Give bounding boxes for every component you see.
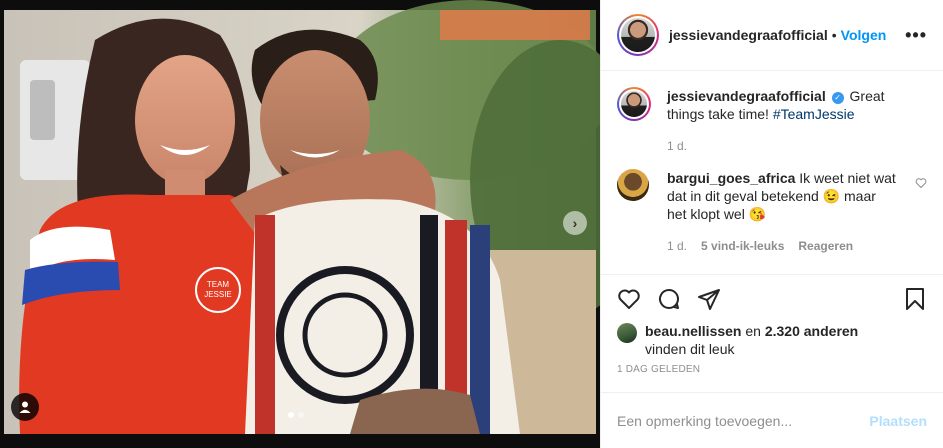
likes-text: beau.nellissen en 2.320 anderen vinden d… [645,322,858,358]
more-options-icon[interactable]: ••• [905,25,927,46]
caption-body: jessievandegraafofficial ✓ Great things … [667,87,897,155]
comment-age[interactable]: 1 d. [667,237,687,255]
post-timestamp[interactable]: 1 DAG GELEDEN [601,362,943,392]
verified-badge-icon: ✓ [831,92,844,104]
liker-username[interactable]: beau.nellissen [645,323,741,339]
comment-item: bargui_goes_africa Ik weet niet wat dat … [617,169,927,255]
follow-button[interactable]: Volgen [841,27,887,43]
photo-scene: TEAM JESSIE [0,0,600,448]
comment-icon[interactable] [657,287,681,311]
user-tag-icon [19,401,31,413]
action-bar [601,274,943,322]
caption: jessievandegraafofficial ✓ Great things … [617,87,927,155]
comments-list: jessievandegraafofficial ✓ Great things … [601,71,943,274]
share-icon[interactable] [697,287,721,311]
instagram-post: TEAM JESSIE › jessievandegraafofficial •… [0,0,943,448]
svg-text:TEAM: TEAM [207,280,230,289]
carousel-dot-active [288,412,294,418]
heart-icon[interactable] [617,287,641,311]
post-comment-button[interactable]: Plaatsen [869,413,927,429]
post-photo[interactable]: TEAM JESSIE › [0,0,600,448]
chevron-right-icon: › [572,215,578,231]
carousel-dot [298,412,304,418]
comment-likes-count[interactable]: 5 vind-ik-leuks [701,237,784,255]
commenter-avatar[interactable] [617,169,649,201]
caption-age[interactable]: 1 d. [667,137,687,155]
bookmark-icon[interactable] [903,287,927,311]
likes-suffix: vinden dit leuk [645,341,735,357]
liker-avatar[interactable] [617,323,637,343]
post-header: jessievandegraafofficial • Volgen ••• [601,0,943,71]
user-tag-button[interactable] [11,393,39,421]
comment-username[interactable]: bargui_goes_africa [667,170,795,186]
header-separator: • [831,27,837,43]
caption-username[interactable]: jessievandegraafofficial [667,88,826,104]
add-comment-form: Plaatsen [601,392,943,448]
author-username[interactable]: jessievandegraafofficial [669,27,828,43]
caption-meta: 1 d. [667,137,897,155]
caption-author-avatar[interactable] [617,87,651,121]
reply-button[interactable]: Reageren [798,237,853,255]
likes-count[interactable]: 2.320 anderen [765,323,858,339]
comment-body: bargui_goes_africa Ik weet niet wat dat … [667,169,897,255]
svg-text:JESSIE: JESSIE [204,290,232,299]
post-side-panel: jessievandegraafofficial • Volgen ••• je… [600,0,943,448]
comment-input[interactable] [617,412,870,429]
author-avatar-image [621,18,655,52]
carousel-next-button[interactable]: › [563,211,587,235]
comment-like-heart-icon[interactable] [915,177,927,189]
likes-connector: en [741,323,765,339]
likes-summary: beau.nellissen en 2.320 anderen vinden d… [601,322,943,362]
comment-meta: 1 d. 5 vind-ik-leuks Reageren [667,237,897,255]
carousel-indicator [288,412,304,418]
caption-hashtag[interactable]: #TeamJessie [773,106,855,122]
author-avatar[interactable] [617,14,659,56]
